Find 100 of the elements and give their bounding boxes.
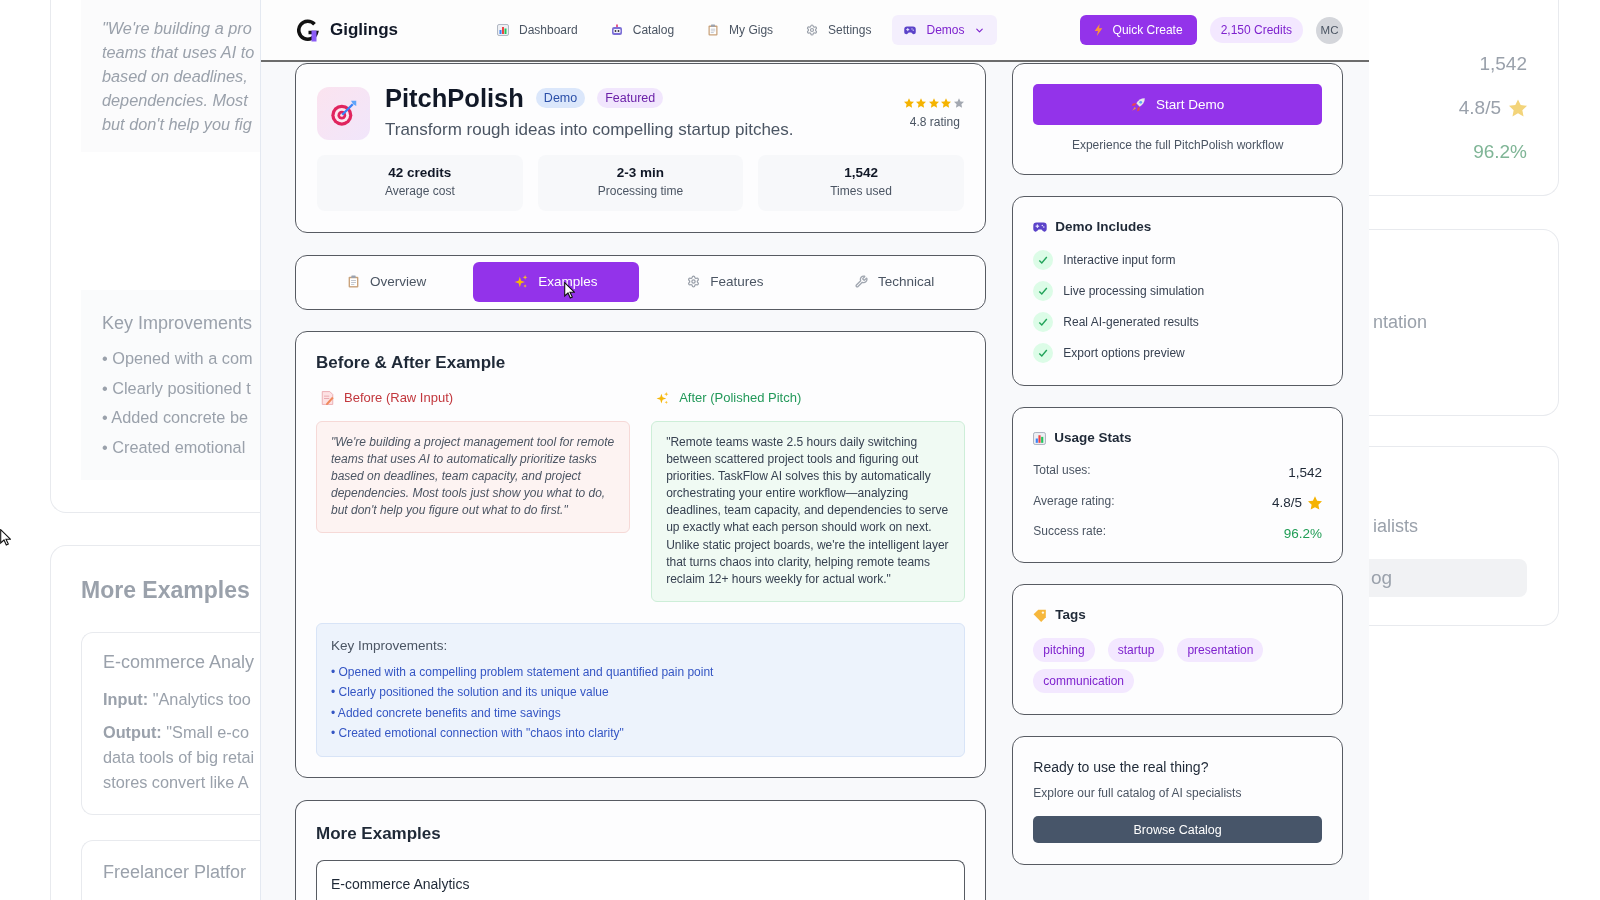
card-title: Tags [1055,606,1086,625]
improvement-item: • Clearly positioned the solution and its unique value [331,684,610,702]
star-icon [903,98,914,108]
faded-list-item: • Clearly positioned t [102,377,252,399]
tag-chip: startup [1107,638,1165,663]
star-icon [928,98,939,108]
product-tagline: Transform rough ideas into compelling startup pitches. [385,119,794,141]
faded-title: More Examples [81,575,251,604]
cta-title: Ready to use the real thing? [1033,758,1210,778]
gamepad-icon [1033,221,1048,233]
nav-item[interactable]: Demos [892,15,998,45]
improvement-item: • Added concrete benefits and time savings [331,704,562,722]
clipboard-icon [347,275,361,288]
feature-item: Export options preview [1063,346,1185,360]
tab[interactable]: Technical [812,261,978,302]
bar-chart-icon [497,24,509,36]
start-demo-caption: Experience the full PitchPolish workflow [1070,137,1285,153]
faded-list-item: • Created emotional [102,436,247,458]
faded-stat-value: 4.8/5 [1458,96,1501,120]
stat-label: Average rating: [1033,493,1115,508]
tab[interactable]: Overview [304,261,470,302]
quick-create-button[interactable]: Quick Create [1079,15,1197,45]
stat-value: 1,542 [1288,464,1322,480]
rocket-icon [1131,97,1146,112]
avatar[interactable]: MC [1316,16,1343,44]
faded-stat-value: 96.2% [1473,140,1527,164]
faded-list-item: • Opened with a com [102,348,254,369]
card-title: Demo Includes [1055,218,1152,236]
stat-value: 96.2% [1283,525,1322,541]
faded-list-item: • Added concrete be [102,407,249,428]
faded-text: ialists [1373,515,1419,538]
faded-text: ntation [1373,311,1429,334]
logo-icon [297,18,319,42]
demo-badge: Demo [535,88,586,108]
tag-chip: presentation [1177,638,1264,663]
stat-value: 2-3 min [616,164,665,182]
tab[interactable]: Features [642,261,808,302]
improvements-title: Key Improvements: [331,636,449,655]
target-icon [329,99,358,127]
featured-badge: Featured [597,88,664,108]
bar-chart-icon [1033,431,1047,445]
nav-item[interactable]: Dashboard [485,15,590,45]
settings-icon [806,24,819,36]
check-icon [1033,343,1054,363]
sparkles-icon [656,391,670,405]
feature-item: Interactive input form [1063,253,1176,267]
cta-text: Explore our full catalog of AI specialists [1033,785,1243,803]
faded-quote-line: dependencies. Most [102,90,250,111]
product-title: PitchPolish [385,83,524,113]
improvement-item: • Created emotional connection with "chaos into clarity" [331,725,625,743]
stat-label: Times used [830,183,892,199]
robot-icon [610,24,623,36]
check-icon [1033,281,1054,301]
nav-item[interactable]: Settings [794,15,884,45]
column-heading: Before (Raw Input) [344,389,454,407]
credits-badge: 2,150 Credits [1209,17,1303,43]
stat-label: Average cost [384,183,455,199]
faded-quote-line: teams that uses AI to [102,42,256,63]
section-title: Before & After Example [316,352,507,374]
faded-text-line: data tools of big retai [103,746,256,768]
stat-value: 1,542 [844,164,878,182]
stat-value: 42 credits [388,164,452,182]
example-list-item[interactable]: E-commerce Analytics [316,859,966,900]
faded-text-line: Output: "Small e-co [103,721,250,743]
star-icon [941,98,952,108]
faded-example-title: E-commerce Analy [103,651,256,674]
raw-input-text: "We're building a project management tool for remote teams that uses AI to automatically prioritize tasks based on deadlines, team capacity, and project dependencies. Most tools just show you what to do, but don't help you figure out what to do first." [316,421,631,534]
start-demo-button[interactable]: Start Demo [1033,84,1322,125]
lightning-icon [1093,24,1103,36]
stat-label: Processing time [597,183,684,199]
card-title: Usage Stats [1054,429,1132,447]
brand-name: Giglings [330,20,398,40]
tag-icon [1033,608,1048,622]
sparkles-icon [514,274,529,289]
stat-label: Success rate: [1033,524,1107,539]
gamepad-icon [904,25,917,35]
faded-stat-value: 1,542 [1479,52,1527,76]
feature-item: Real AI-generated results [1063,315,1199,329]
memo-icon [321,391,334,405]
faded-quote-line: based on deadlines, [102,66,249,87]
check-icon [1033,312,1054,332]
nav-item[interactable]: Catalog [598,15,687,45]
tag-chip: communication [1033,669,1135,694]
tab[interactable]: Examples [473,261,639,302]
rating-text: 4.8 rating [909,115,961,130]
wrench-icon [855,275,868,288]
tag-chip: pitching [1033,638,1095,663]
star-icon [1509,99,1527,117]
star-icon [1308,495,1322,510]
faded-heading: Key Improvements [102,312,254,335]
browse-catalog-button[interactable]: Browse Catalog [1033,816,1322,844]
feature-item: Live processing simulation [1063,284,1205,298]
faded-quote-line: but don't help you fig [102,114,253,135]
nav-item[interactable]: My Gigs [695,15,786,45]
faded-quote-line: "We're building a pro [102,18,253,39]
star-icon [953,98,964,108]
polished-pitch-text: "Remote teams waste 2.5 hours daily switching between scattered project tools and figuring out priorities. TaskFlow AI solves this by automatically orchestrating your entire workflow—analyzing deadlines, team capacity, and dependencies to serve up exactly what each person should work on next. Unlike static project boards, we're the intelligent layer that turns chaos into clarity, helping remote teams reclaim 12+ hours weekly for actual work." [651,421,966,602]
stat-value: 4.8/5 [1271,495,1302,511]
clipboard-icon [707,24,720,36]
stat-label: Total uses: [1033,463,1091,477]
